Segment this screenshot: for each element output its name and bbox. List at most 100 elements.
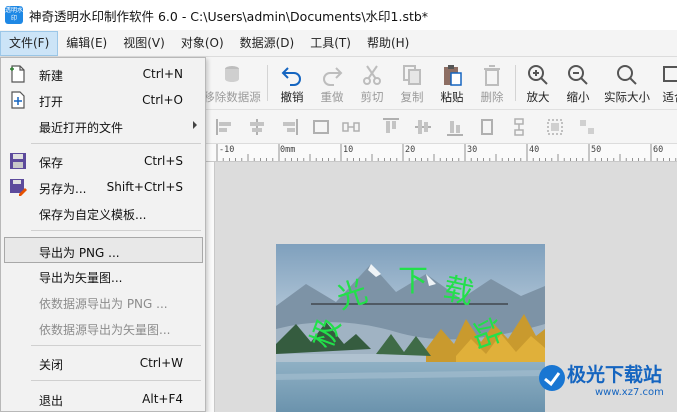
menu-datasource[interactable]: 数据源(D) <box>232 31 303 56</box>
ruler-ticks <box>216 144 677 161</box>
watermark-char[interactable]: 下 <box>398 256 428 300</box>
brand-logo-icon <box>539 365 565 391</box>
menu-item-export-vector-datasource[interactable]: 依数据源导出为矢量图... <box>1 315 205 341</box>
menu-view[interactable]: 视图(V) <box>115 31 173 56</box>
align-right-icon[interactable] <box>279 117 299 137</box>
align-middle-icon[interactable] <box>413 117 433 137</box>
copy-icon <box>395 63 429 87</box>
paste-icon <box>435 63 469 87</box>
menu-item-save-as[interactable]: 另存为... Shift+Ctrl+S <box>1 174 205 200</box>
menu-item-export-vector[interactable]: 导出为矢量图... <box>1 263 205 289</box>
menu-item-label: 另存为... <box>39 182 87 196</box>
copy-label: 复制 <box>400 90 424 104</box>
menu-item-new[interactable]: 新建 Ctrl+N <box>1 61 205 87</box>
menu-tools[interactable]: 工具(T) <box>302 31 359 56</box>
distribute-vertical-icon[interactable] <box>509 117 529 137</box>
menu-item-open[interactable]: 打开 Ctrl+O <box>1 87 205 113</box>
menu-item-shortcut: Ctrl+N <box>142 67 183 81</box>
undo-button[interactable]: 撤销 <box>275 61 309 107</box>
ungroup-icon[interactable] <box>577 117 597 137</box>
menu-item-label: 导出为 PNG ... <box>39 246 120 260</box>
zoom-out-button[interactable]: 缩小 <box>561 61 595 107</box>
align-center-icon[interactable] <box>247 117 267 137</box>
ruler-label: -10 <box>219 145 235 155</box>
database-remove-icon <box>201 63 263 87</box>
ruler-label: 50 <box>591 145 602 155</box>
menu-item-save[interactable]: 保存 Ctrl+S <box>1 148 205 174</box>
ruler-label: 20 <box>405 145 416 155</box>
group-icon[interactable] <box>545 117 565 137</box>
fit-label: 适合 <box>662 90 677 104</box>
align-bottom-icon[interactable] <box>445 117 465 137</box>
menu-separator <box>31 230 201 231</box>
same-height-icon[interactable] <box>477 117 497 137</box>
menu-item-label: 最近打开的文件 <box>39 121 124 135</box>
actual-size-label: 实际大小 <box>604 90 650 104</box>
redo-label: 重做 <box>320 90 344 104</box>
save-icon <box>10 153 26 169</box>
menu-item-label: 打开 <box>39 95 64 109</box>
menu-object[interactable]: 对象(O) <box>173 31 232 56</box>
cut-label: 剪切 <box>360 90 384 104</box>
submenu-arrow-icon <box>193 121 197 129</box>
menu-item-shortcut: Ctrl+W <box>139 356 183 370</box>
ruler-label: 60 <box>653 145 664 155</box>
remove-datasource-label: 移除数据源 <box>203 90 261 104</box>
trash-icon <box>475 63 509 87</box>
menu-item-label: 保存 <box>39 156 64 170</box>
menu-item-exit[interactable]: 退出 Alt+F4 <box>1 386 205 412</box>
menu-separator <box>31 380 201 381</box>
menu-item-recent[interactable]: 最近打开的文件 <box>1 113 205 139</box>
menu-item-shortcut: Shift+Ctrl+S <box>106 180 183 194</box>
copy-button[interactable]: 复制 <box>395 61 429 107</box>
app-icon: 透明水印 <box>5 6 24 24</box>
distribute-horizontal-icon[interactable] <box>341 117 361 137</box>
menu-item-export-png-datasource[interactable]: 依数据源导出为 PNG ... <box>1 289 205 315</box>
undo-label: 撤销 <box>280 90 304 104</box>
toolbar-separator <box>267 65 268 101</box>
paste-label: 粘贴 <box>440 90 464 104</box>
ruler-label: 30 <box>467 145 478 155</box>
menu-help[interactable]: 帮助(H) <box>359 31 417 56</box>
brand-name: 极光下载站 <box>567 364 663 386</box>
fit-button[interactable]: 适合 <box>659 61 677 107</box>
menu-item-shortcut: Ctrl+O <box>142 93 183 107</box>
ruler-label: 0mm <box>280 145 296 155</box>
menu-item-label: 关闭 <box>39 358 64 372</box>
cut-button[interactable]: 剪切 <box>355 61 389 107</box>
fit-icon <box>659 63 677 87</box>
menu-separator <box>31 143 201 144</box>
menu-file[interactable]: 文件(F) <box>0 30 59 56</box>
remove-datasource-button[interactable]: 移除数据源 <box>201 61 263 107</box>
actual-size-button[interactable]: 实际大小 <box>601 61 653 107</box>
label-preview[interactable]: 光 下 载 极 站 <box>276 244 545 412</box>
main-toolbar: 移除数据源 撤销 重做 剪切 复制 粘贴 删除 放大 缩小 实际大小 适 <box>203 57 677 110</box>
menu-item-close[interactable]: 关闭 Ctrl+W <box>1 350 205 376</box>
align-top-icon[interactable] <box>381 117 401 137</box>
paste-button[interactable]: 粘贴 <box>435 61 469 107</box>
window-title: 神奇透明水印制作软件 6.0 - C:\Users\admin\Document… <box>29 8 429 24</box>
zoom-in-button[interactable]: 放大 <box>521 61 555 107</box>
redo-button[interactable]: 重做 <box>315 61 349 107</box>
undo-icon <box>275 63 309 87</box>
horizontal-ruler: -10 0mm 10 20 30 40 50 60 <box>205 144 677 162</box>
menu-item-export-png[interactable]: 导出为 PNG ... <box>4 237 203 263</box>
file-menu-dropdown: 新建 Ctrl+N 打开 Ctrl+O 最近打开的文件 保存 Ctrl+S 另存… <box>0 57 206 412</box>
vertical-ruler <box>205 162 215 412</box>
ruler-label: 10 <box>343 145 354 155</box>
menu-item-save-template[interactable]: 保存为自定义模板... <box>1 200 205 226</box>
open-file-icon <box>11 91 25 109</box>
delete-button[interactable]: 删除 <box>475 61 509 107</box>
menu-item-label: 依数据源导出为 PNG ... <box>39 297 168 311</box>
site-watermark-logo: 极光下载站 www.xz7.com <box>535 357 675 407</box>
menu-item-label: 依数据源导出为矢量图... <box>39 323 171 337</box>
menu-separator <box>31 345 201 346</box>
same-width-icon[interactable] <box>311 117 331 137</box>
scissors-icon <box>355 63 389 87</box>
magnifier-icon <box>601 63 653 87</box>
zoom-in-label: 放大 <box>526 90 550 104</box>
align-left-icon[interactable] <box>215 117 235 137</box>
menu-item-label: 导出为矢量图... <box>39 271 123 285</box>
menu-edit[interactable]: 编辑(E) <box>58 31 115 56</box>
new-file-icon <box>10 65 25 83</box>
